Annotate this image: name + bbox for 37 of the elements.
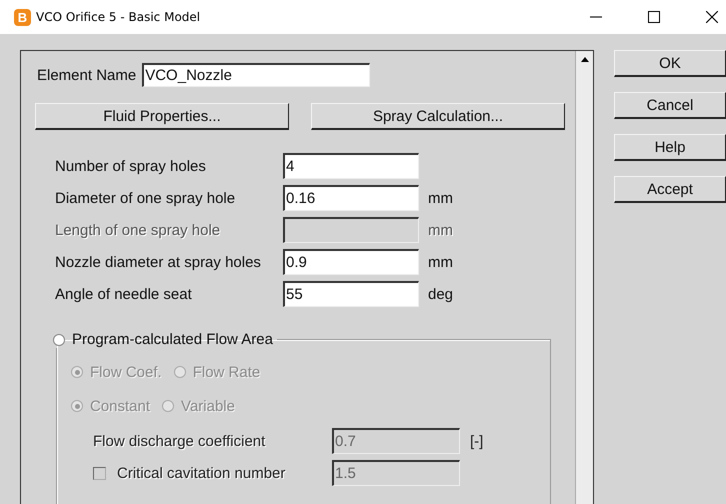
scroll-up-icon[interactable] [580,57,588,62]
window-title: VCO Orifice 5 - Basic Model [36,10,200,24]
scrollbar[interactable] [575,51,593,504]
unit-label: deg [428,286,454,302]
field-label: Element Name [37,66,136,84]
radio-button[interactable] [53,334,65,346]
app-logo-icon: B [14,8,31,26]
field-label: Diameter of one spray hole [55,190,236,206]
dialog-button[interactable]: Fluid Properties... [35,103,289,130]
input-field[interactable]: 0.16 [283,185,419,211]
field-label: Length of one spray hole [55,222,222,238]
close-icon[interactable] [706,11,718,23]
field-label: Number of spray holes [55,158,207,174]
dialog-button[interactable]: Spray Calculation... [311,103,565,130]
input-field[interactable]: 55 [283,281,419,307]
radio-label: Constant [90,398,150,414]
dialog-button[interactable]: Accept [614,176,726,203]
name-field[interactable]: VCO_Nozzle [142,63,370,87]
maximize-icon[interactable] [648,11,660,23]
input-field[interactable]: 0.9 [283,249,419,275]
radio-label: Program-calculated Flow Area [72,331,273,348]
field-label: Nozzle diameter at spray holes [55,254,262,270]
input-field[interactable]: 4 [283,153,419,179]
unit-label: mm [428,222,453,238]
minimize-icon[interactable] [590,16,602,18]
radio-label: Flow Coef. [90,364,162,380]
field-label: Flow discharge coefficient [93,432,266,450]
radio-label: Flow Rate [192,364,260,380]
dialog-button[interactable]: OK [614,50,726,77]
dialog-button[interactable]: Help [614,134,726,161]
unit-label: mm [428,254,453,270]
unit-label: [-] [470,432,484,450]
field-label: Angle of needle seat [55,286,193,302]
dialog-button[interactable]: Cancel [614,92,726,119]
unit-label: mm [428,190,453,206]
checkbox-label: Critical cavitation number [117,464,286,482]
radio-label: Variable [181,398,235,414]
